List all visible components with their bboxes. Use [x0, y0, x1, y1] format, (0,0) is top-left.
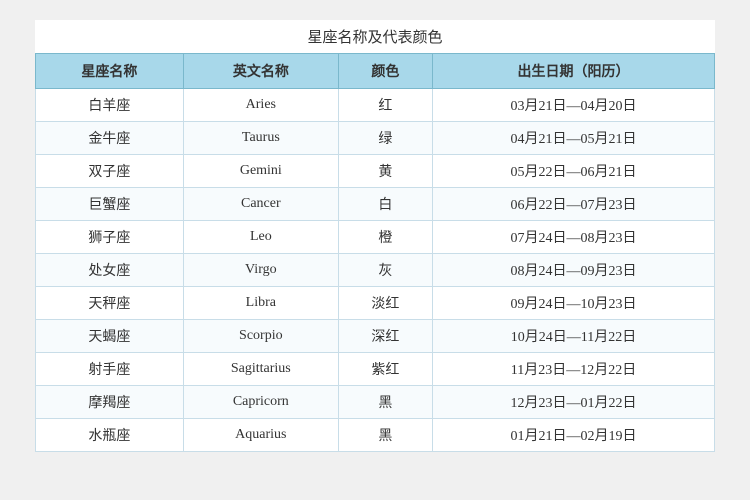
cell-chinese: 金牛座 [36, 122, 184, 155]
cell-chinese: 巨蟹座 [36, 188, 184, 221]
cell-color: 绿 [338, 122, 432, 155]
cell-english: Taurus [183, 122, 338, 155]
cell-color: 淡红 [338, 287, 432, 320]
table-row: 天蝎座Scorpio深红10月24日—11月22日 [36, 320, 715, 353]
table-row: 金牛座Taurus绿04月21日—05月21日 [36, 122, 715, 155]
cell-english: Capricorn [183, 386, 338, 419]
cell-date: 10月24日—11月22日 [432, 320, 714, 353]
zodiac-table: 星座名称 英文名称 颜色 出生日期（阳历） 白羊座Aries红03月21日—04… [35, 53, 715, 452]
cell-color: 黄 [338, 155, 432, 188]
cell-date: 06月22日—07月23日 [432, 188, 714, 221]
cell-date: 07月24日—08月23日 [432, 221, 714, 254]
table-row: 狮子座Leo橙07月24日—08月23日 [36, 221, 715, 254]
cell-english: Gemini [183, 155, 338, 188]
table-row: 射手座Sagittarius紫红11月23日—12月22日 [36, 353, 715, 386]
cell-chinese: 狮子座 [36, 221, 184, 254]
cell-date: 11月23日—12月22日 [432, 353, 714, 386]
cell-chinese: 水瓶座 [36, 419, 184, 452]
cell-english: Virgo [183, 254, 338, 287]
cell-date: 09月24日—10月23日 [432, 287, 714, 320]
cell-color: 黑 [338, 419, 432, 452]
cell-chinese: 摩羯座 [36, 386, 184, 419]
cell-chinese: 天蝎座 [36, 320, 184, 353]
table-row: 双子座Gemini黄05月22日—06月21日 [36, 155, 715, 188]
cell-color: 灰 [338, 254, 432, 287]
table-header-row: 星座名称 英文名称 颜色 出生日期（阳历） [36, 54, 715, 89]
cell-color: 红 [338, 89, 432, 122]
cell-date: 04月21日—05月21日 [432, 122, 714, 155]
cell-english: Cancer [183, 188, 338, 221]
cell-chinese: 射手座 [36, 353, 184, 386]
header-chinese: 星座名称 [36, 54, 184, 89]
cell-date: 08月24日—09月23日 [432, 254, 714, 287]
header-color: 颜色 [338, 54, 432, 89]
cell-date: 12月23日—01月22日 [432, 386, 714, 419]
cell-chinese: 双子座 [36, 155, 184, 188]
cell-color: 白 [338, 188, 432, 221]
cell-color: 黑 [338, 386, 432, 419]
header-date: 出生日期（阳历） [432, 54, 714, 89]
table-row: 天秤座Libra淡红09月24日—10月23日 [36, 287, 715, 320]
page-title: 星座名称及代表颜色 [35, 20, 715, 53]
cell-color: 深红 [338, 320, 432, 353]
cell-color: 橙 [338, 221, 432, 254]
cell-date: 03月21日—04月20日 [432, 89, 714, 122]
table-row: 白羊座Aries红03月21日—04月20日 [36, 89, 715, 122]
cell-chinese: 白羊座 [36, 89, 184, 122]
table-row: 摩羯座Capricorn黑12月23日—01月22日 [36, 386, 715, 419]
cell-chinese: 天秤座 [36, 287, 184, 320]
cell-english: Sagittarius [183, 353, 338, 386]
cell-english: Leo [183, 221, 338, 254]
table-row: 处女座Virgo灰08月24日—09月23日 [36, 254, 715, 287]
cell-english: Aquarius [183, 419, 338, 452]
table-row: 水瓶座Aquarius黑01月21日—02月19日 [36, 419, 715, 452]
table-row: 巨蟹座Cancer白06月22日—07月23日 [36, 188, 715, 221]
cell-color: 紫红 [338, 353, 432, 386]
main-container: 星座名称及代表颜色 星座名称 英文名称 颜色 出生日期（阳历） 白羊座Aries… [35, 20, 715, 452]
cell-date: 01月21日—02月19日 [432, 419, 714, 452]
cell-english: Aries [183, 89, 338, 122]
cell-chinese: 处女座 [36, 254, 184, 287]
header-english: 英文名称 [183, 54, 338, 89]
cell-english: Libra [183, 287, 338, 320]
cell-date: 05月22日—06月21日 [432, 155, 714, 188]
cell-english: Scorpio [183, 320, 338, 353]
